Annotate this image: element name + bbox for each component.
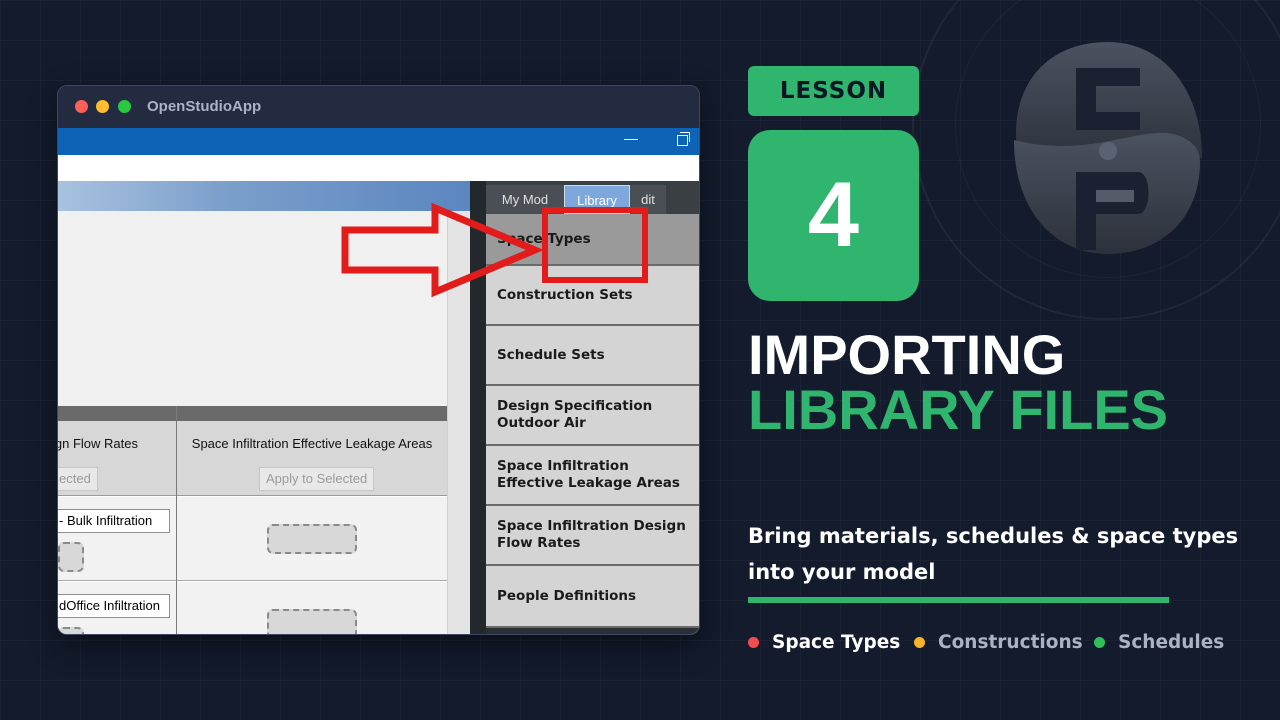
- library-item-people-definitions[interactable]: People Definitions: [486, 566, 699, 628]
- library-item-infiltration-flow-rates[interactable]: Space Infiltration Design Flow Rates: [486, 506, 699, 566]
- close-dot[interactable]: [75, 100, 88, 113]
- window-titlebar: OpenStudioApp: [58, 86, 699, 128]
- zoom-dot[interactable]: [118, 100, 131, 113]
- apply-to-selected-button[interactable]: Apply to Selected: [259, 467, 375, 491]
- subtitle-line-2: into your model: [748, 560, 936, 584]
- arrow-right-icon: [341, 202, 543, 298]
- title-line-1: IMPORTING: [748, 323, 1066, 386]
- highlight-box: [542, 207, 648, 283]
- infiltration-name-field[interactable]: dOffice Infiltration: [58, 594, 170, 618]
- window-title: OpenStudioApp: [147, 98, 262, 115]
- grid-header-cell: ign Flow Rates ected: [58, 421, 176, 496]
- legend-item-space-types: Space Types: [748, 632, 900, 653]
- library-item-infiltration-leakage-areas[interactable]: Space Infiltration Effective Leakage Are…: [486, 446, 699, 506]
- drop-zone[interactable]: [267, 609, 357, 634]
- column-divider: [176, 406, 177, 634]
- table-row[interactable]: - Bulk Infiltration: [58, 497, 447, 581]
- green-dot-icon: [1094, 637, 1105, 648]
- subtitle-line-1: Bring materials, schedules & space types: [748, 524, 1239, 548]
- infiltration-name-field[interactable]: - Bulk Infiltration: [58, 509, 170, 533]
- legend-label: Space Types: [772, 632, 901, 653]
- library-item-design-spec-outdoor-air[interactable]: Design Specification Outdoor Air: [486, 386, 699, 446]
- minimize-icon[interactable]: —: [624, 130, 638, 148]
- title-line-2: LIBRARY FILES: [748, 378, 1169, 441]
- minimize-dot[interactable]: [96, 100, 109, 113]
- accent-underline: [748, 597, 1169, 603]
- os-titlebar: —: [58, 128, 699, 155]
- infiltration-grid: ign Flow Rates ected Space Infiltration …: [58, 406, 447, 634]
- column-header: Space Infiltration Effective Leakage Are…: [191, 436, 433, 451]
- lesson-number: 4: [748, 130, 919, 301]
- lesson-badge: LESSON: [748, 66, 919, 116]
- logo-mark: [1014, 42, 1202, 254]
- legend-item-constructions: Constructions: [914, 632, 1083, 653]
- drop-zone[interactable]: [58, 542, 84, 572]
- subtitle: Bring materials, schedules & space types…: [748, 518, 1248, 590]
- grid-header-cell: Space Infiltration Effective Leakage Are…: [177, 421, 447, 496]
- app-screenshot: — ign Flow Rates ected Space Infiltratio…: [58, 128, 699, 634]
- grid-header-bar: [58, 406, 447, 421]
- toolbar-strip: [58, 155, 699, 181]
- legend-item-schedules: Schedules: [1094, 632, 1224, 653]
- apply-to-selected-button[interactable]: ected: [58, 467, 98, 491]
- yellow-dot-icon: [914, 637, 925, 648]
- legend-label: Constructions: [938, 632, 1083, 653]
- drop-zone[interactable]: [58, 627, 84, 634]
- table-row[interactable]: dOffice Infiltration: [58, 582, 447, 634]
- column-header: ign Flow Rates: [58, 436, 138, 451]
- app-window: OpenStudioApp — ign Flow Rates ected Spa…: [57, 85, 700, 635]
- red-dot-icon: [748, 637, 759, 648]
- maximize-icon[interactable]: [677, 132, 690, 146]
- library-item-schedule-sets[interactable]: Schedule Sets: [486, 326, 699, 386]
- legend-label: Schedules: [1118, 632, 1225, 653]
- drop-zone[interactable]: [267, 524, 357, 554]
